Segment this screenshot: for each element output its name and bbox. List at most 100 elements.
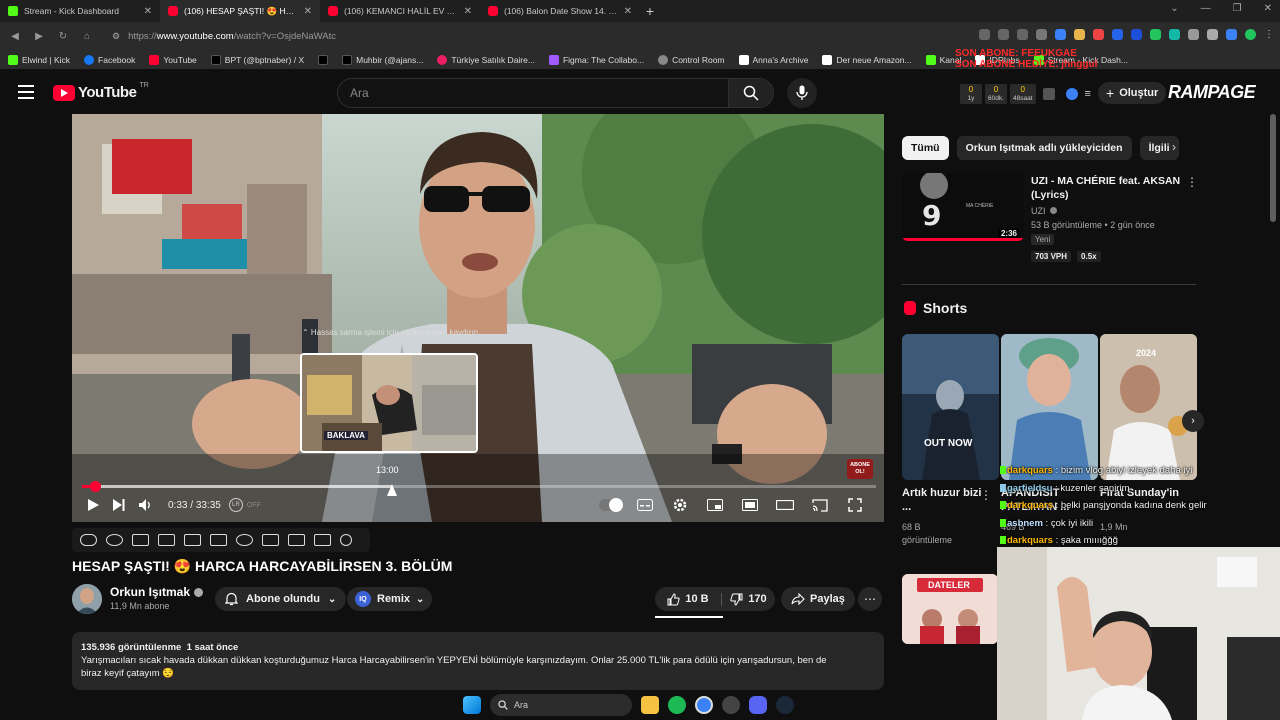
shorts-next-button[interactable]: › [1182,410,1204,432]
settings-gear-icon[interactable] [667,493,693,517]
camera-icon[interactable] [288,534,305,546]
bookmark-item[interactable]: Control Room [658,54,725,65]
bookmark-item[interactable]: Figma: The Collabo... [548,54,644,65]
extension-icon[interactable] [1055,29,1066,40]
more-actions-button[interactable]: ⋯ [858,587,882,611]
short-thumbnail[interactable]: OUT NOW [902,334,999,480]
menu-icon[interactable]: ⋮ [1264,29,1274,40]
next-button[interactable] [106,493,132,517]
channel-name[interactable]: Orkun Işıtmak [110,585,204,599]
extension-icon[interactable] [1074,29,1085,40]
remix-button[interactable]: IQ Remix ⌄ [347,587,433,611]
url-field[interactable]: ⚙ https://www.youtube.com/watch?v=OsjdeN… [112,31,336,42]
share-icon[interactable] [1017,29,1028,40]
puzzle-icon[interactable] [1188,29,1199,40]
close-tab-icon[interactable]: ✕ [464,6,472,17]
more-vertical-icon[interactable]: ⋮ [1186,175,1198,189]
extension-icon[interactable] [1131,29,1142,40]
subtitles-icon[interactable] [632,493,658,517]
close-tab-icon[interactable]: ✕ [304,6,312,17]
file-explorer-icon[interactable] [641,696,659,714]
forward-icon[interactable]: ▶ [32,31,46,42]
cast-icon[interactable] [807,493,833,517]
browser-tab-active[interactable]: (106) HESAP ŞAŞTI! 😍 HARCA ✕ [160,0,320,22]
new-tab-icon[interactable]: + [640,3,660,19]
recommended-channel[interactable]: UZI [1031,206,1058,216]
bookmark-item[interactable]: Der neue Amazon... [822,54,912,65]
autoplay-toggle[interactable] [599,498,623,512]
short-title[interactable]: Artık huzur bizi ... [902,486,982,514]
share-button[interactable]: Paylaş [781,587,855,611]
profile-avatar[interactable] [1245,29,1256,40]
channel-avatar[interactable] [72,584,102,614]
site-info-icon[interactable]: ⚙ [112,31,120,42]
reload-icon[interactable]: ↻ [56,31,70,42]
recommended-thumbnail[interactable]: 9 MA CHÉRIE 2:36 [902,173,1024,241]
youtube-logo[interactable]: YouTube TR [53,82,149,101]
gear-icon[interactable] [340,534,352,546]
bookmark-item[interactable]: Facebook [84,54,135,65]
lr-toggle-icon[interactable]: LR [228,498,243,512]
taskbar-search[interactable]: Ara [490,694,632,716]
bookmark-icon[interactable] [1036,29,1047,40]
recommended-thumbnail[interactable]: DATELER [902,574,998,644]
bookmark-item[interactable]: YouTube [149,54,197,65]
keyboard-icon[interactable] [314,534,331,546]
spotify-icon[interactable] [668,696,686,714]
list-view-icon[interactable] [210,534,227,546]
extension-icon[interactable] [1112,29,1123,40]
crop-icon[interactable] [184,534,201,546]
extension-icon[interactable] [1093,29,1104,40]
list-icon[interactable]: ≡ [1085,88,1091,100]
dislike-button[interactable]: 170 [722,593,775,606]
loop-icon[interactable] [80,534,97,546]
extension-icon[interactable] [1065,88,1078,100]
extension-icon[interactable] [1169,29,1180,40]
picture-in-picture-icon[interactable] [737,493,763,517]
play-button[interactable] [80,493,106,517]
subscribe-watermark[interactable]: ABONE OL! [847,462,873,476]
steam-icon[interactable] [776,696,794,714]
broadcast-icon[interactable] [106,534,123,546]
bookmark-item[interactable]: Elwind | Kick [8,54,70,65]
miniplayer-icon[interactable] [702,493,728,517]
search-button[interactable] [728,79,773,107]
calendar-icon[interactable] [158,534,175,546]
chrome-icon[interactable] [695,696,713,714]
add-box-icon[interactable] [262,534,279,546]
sidebar-icon[interactable] [1226,29,1237,40]
speed-icon[interactable] [236,534,253,546]
app-icon[interactable] [722,696,740,714]
bookmark-item[interactable]: BPT (@bptnaber) / X [210,54,304,65]
restore-icon[interactable]: ❐ [1233,3,1242,14]
zoom-icon[interactable] [998,29,1009,40]
chip-all[interactable]: Tümü [902,136,949,160]
bookmark-item[interactable]: Türkiye Satılık Daire... [437,54,535,65]
search-input[interactable] [338,79,728,107]
chevron-right-icon[interactable]: › [1172,140,1176,154]
short-thumbnail[interactable] [1001,334,1098,480]
description-box[interactable]: 135.936 görüntülenme 1 saat önce Yarışma… [72,632,884,690]
progress-bar[interactable] [82,481,876,492]
home-icon[interactable]: ⌂ [80,31,94,42]
page-scrollbar[interactable] [1270,114,1276,222]
close-tab-icon[interactable]: ✕ [624,6,632,17]
voice-search-button[interactable] [787,78,817,108]
browser-tab[interactable]: (106) KEMANCI HALİL EV ZİYARE ✕ [320,0,480,22]
video-player[interactable]: ABONE OL! [72,114,884,522]
downloads-icon[interactable] [1207,29,1218,40]
create-button[interactable]: + Oluştur [1098,82,1167,104]
subscribed-button[interactable]: Abone olundu ⌄ [215,587,347,611]
fullscreen-icon[interactable] [842,493,868,517]
install-icon[interactable] [979,29,990,40]
browser-tab[interactable]: (106) Balon Date Show 14. Bölüm ✕ [480,0,640,22]
theater-mode-icon[interactable] [772,493,798,517]
short-thumbnail[interactable]: 2024 [1100,334,1197,480]
playlist-icon[interactable] [132,534,149,546]
bookmark-item[interactable]: Muhbir (@ajans... [342,54,423,65]
chevron-down-icon[interactable]: ⌄ [1170,3,1178,14]
more-vertical-icon[interactable]: ⋮ [980,488,992,502]
chip-from-uploader[interactable]: Orkun Işıtmak adlı yükleyiciden [956,136,1132,160]
bookmark-item[interactable]: Anna's Archive [738,54,808,65]
volume-button[interactable] [132,493,158,517]
